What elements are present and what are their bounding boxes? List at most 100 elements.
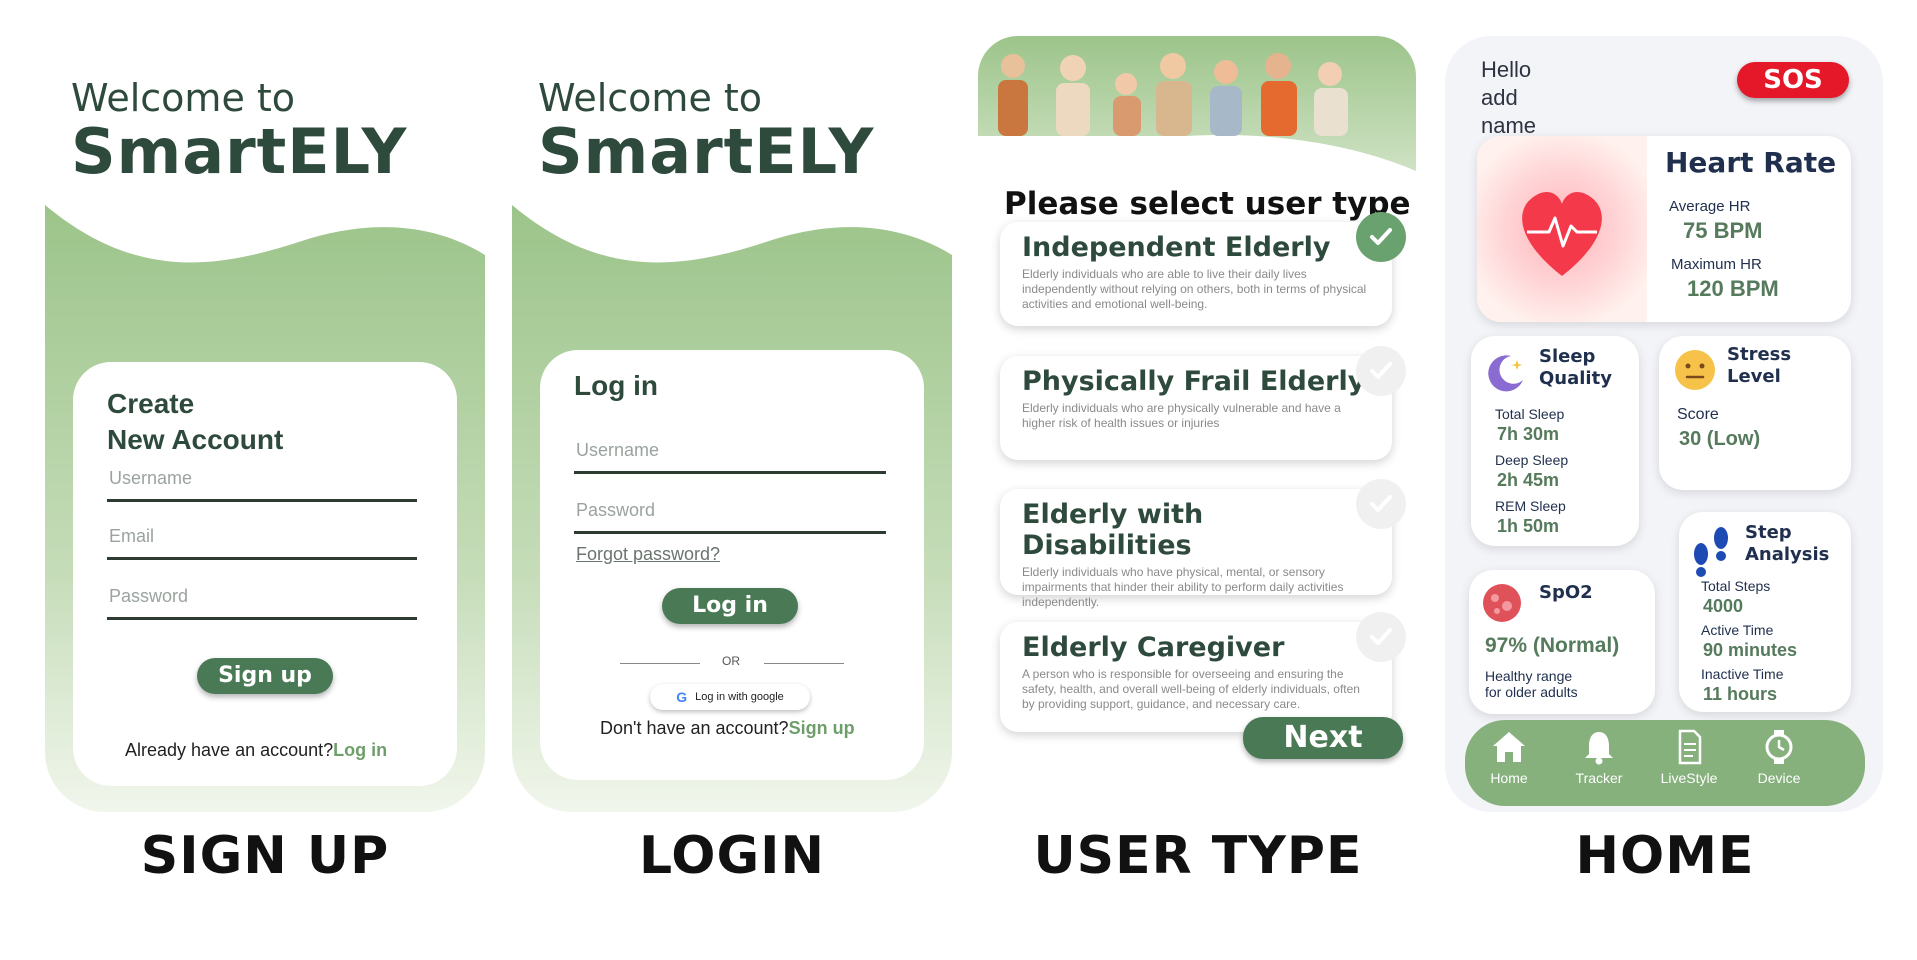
spo2-note-line: for older adults: [1485, 684, 1578, 700]
signup-link[interactable]: Sign up: [789, 718, 855, 738]
nav-home[interactable]: Home: [1469, 728, 1549, 786]
home-screen: Hello add name SOS Heart Rate Average HR…: [1445, 0, 1885, 886]
login-card: Log in Username Password Forgot password…: [540, 350, 924, 780]
nav-tracker[interactable]: Tracker: [1559, 728, 1639, 786]
no-account-text: Don't have an account?: [600, 718, 789, 738]
email-placeholder: Email: [109, 526, 155, 546]
total-sleep-value: 7h 30m: [1497, 424, 1560, 444]
document-icon: [1678, 729, 1702, 765]
already-account-line: Already have an account?Log in: [125, 740, 387, 761]
or-text: OR: [722, 654, 740, 668]
app-name: SmartELY: [71, 115, 408, 188]
sleep-quality-card[interactable]: Sleep Quality Total Sleep 7h 30m Deep Sl…: [1471, 336, 1639, 546]
app-name: SmartELY: [538, 115, 875, 188]
nav-livestyle[interactable]: LiveStyle: [1649, 728, 1729, 786]
already-text: Already have an account?: [125, 740, 334, 760]
no-account-line: Don't have an account?Sign up: [600, 718, 855, 739]
login-button[interactable]: Log in: [662, 588, 798, 624]
watch-icon: [1765, 730, 1793, 764]
google-login-button[interactable]: G Log in with google: [650, 684, 810, 710]
nav-device[interactable]: Device: [1739, 728, 1819, 786]
active-time-value: 90 minutes: [1703, 640, 1798, 660]
usertype-option-independent[interactable]: Independent Elderly Elderly individuals …: [1000, 212, 1406, 326]
stress-title-line: Level: [1727, 366, 1781, 387]
card-title: Log in: [574, 370, 658, 401]
greeting-line: add: [1481, 85, 1518, 110]
password-field[interactable]: Password: [107, 580, 417, 620]
blood-cell-icon: [1483, 584, 1521, 622]
card-title-line: Create: [107, 388, 195, 419]
nav-label: Home: [1490, 770, 1528, 786]
stress-title-line: Stress: [1727, 344, 1792, 365]
home-icon: [1493, 732, 1525, 762]
password-field[interactable]: Password: [574, 494, 886, 534]
welcome-heading: Welcome to SmartELY: [538, 76, 874, 184]
active-time-label: Active Time: [1701, 622, 1774, 638]
deep-sleep-label: Deep Sleep: [1495, 452, 1569, 468]
card-title: Create New Account: [107, 386, 283, 458]
usertype-frame: Please select user type Independent Elde…: [978, 36, 1416, 806]
usertype-option-disabilities[interactable]: Elderly with Disabilities Elderly indivi…: [1000, 479, 1406, 609]
option-title: Physically Frail Elderly: [1022, 366, 1366, 397]
heart-rate-card[interactable]: Heart Rate Average HR 75 BPM Maximum HR …: [1477, 136, 1851, 322]
stress-score-label: Score: [1677, 406, 1719, 423]
max-hr-label: Maximum HR: [1671, 256, 1762, 273]
next-button[interactable]: Next: [1243, 717, 1403, 759]
email-field[interactable]: Email: [107, 520, 417, 560]
usertype-option-caregiver[interactable]: Elderly Caregiver A person who is respon…: [1000, 612, 1406, 732]
login-link[interactable]: Log in: [333, 740, 387, 760]
stress-title: Stress Level: [1727, 344, 1791, 388]
usertype-screen: Please select user type Independent Elde…: [978, 0, 1418, 886]
stress-level-card[interactable]: Stress Level Score 30 (Low): [1659, 336, 1851, 490]
step-title-line: Step: [1745, 522, 1792, 543]
nav-label: Tracker: [1575, 770, 1623, 786]
password-placeholder: Password: [576, 500, 656, 520]
signup-button[interactable]: Sign up: [197, 658, 333, 694]
nav-label: Device: [1757, 770, 1801, 786]
check-icon: [1356, 612, 1406, 662]
forgot-password-link[interactable]: Forgot password?: [576, 544, 720, 565]
check-icon: [1356, 346, 1406, 396]
google-icon: G: [676, 689, 688, 705]
avg-hr-value: 75 BPM: [1683, 218, 1763, 243]
step-title-line: Analysis: [1745, 544, 1830, 565]
signup-card: Create New Account Username Email Passwo…: [73, 362, 457, 786]
caption-signup: SIGN UP: [140, 826, 390, 886]
total-sleep-label: Total Sleep: [1495, 406, 1565, 422]
avg-hr-label: Average HR: [1669, 198, 1751, 215]
caption-home: HOME: [1575, 826, 1755, 886]
google-button-label: Log in with google: [695, 691, 784, 703]
deep-sleep-value: 2h 45m: [1497, 470, 1560, 490]
password-placeholder: Password: [109, 586, 189, 606]
option-description: Elderly individuals who are able to live…: [1022, 267, 1367, 311]
spo2-card[interactable]: SpO2 97% (Normal) Healthy range for olde…: [1469, 570, 1655, 714]
total-steps-value: 4000: [1703, 596, 1744, 616]
welcome-line: Welcome to: [71, 76, 296, 120]
sos-button[interactable]: SOS: [1737, 62, 1849, 98]
step-title: Step Analysis: [1745, 522, 1829, 566]
moon-icon: [1488, 355, 1523, 392]
or-divider: OR: [620, 654, 844, 674]
check-icon: [1356, 212, 1406, 262]
username-field[interactable]: Username: [574, 434, 886, 474]
usertype-option-frail[interactable]: Physically Frail Elderly Elderly individ…: [1000, 346, 1406, 460]
sleep-title-line: Quality: [1539, 368, 1612, 389]
username-placeholder: Username: [109, 468, 193, 488]
greeting: Hello add name: [1481, 56, 1536, 140]
max-hr-value: 120 BPM: [1687, 276, 1779, 301]
step-analysis-card[interactable]: Step Analysis Total Steps 4000 Active Ti…: [1679, 512, 1851, 712]
username-field[interactable]: Username: [107, 462, 417, 502]
option-description: A person who is responsible for overseei…: [1022, 667, 1360, 711]
nav-label: LiveStyle: [1660, 770, 1718, 786]
stress-score-value: 30 (Low): [1679, 428, 1761, 450]
usertype-title: Please select user type: [1004, 186, 1411, 222]
footprints-icon: [1694, 527, 1728, 577]
rem-sleep-label: REM Sleep: [1495, 498, 1566, 514]
rem-sleep-value: 1h 50m: [1497, 516, 1560, 536]
option-description: Elderly individuals who are physically v…: [1022, 401, 1341, 430]
option-description: Elderly individuals who have physical, m…: [1022, 565, 1344, 609]
option-title: Independent Elderly: [1022, 232, 1331, 263]
caption-login: LOGIN: [638, 826, 826, 886]
bell-icon: [1585, 732, 1613, 765]
caption-usertype: USER TYPE: [1033, 826, 1363, 886]
